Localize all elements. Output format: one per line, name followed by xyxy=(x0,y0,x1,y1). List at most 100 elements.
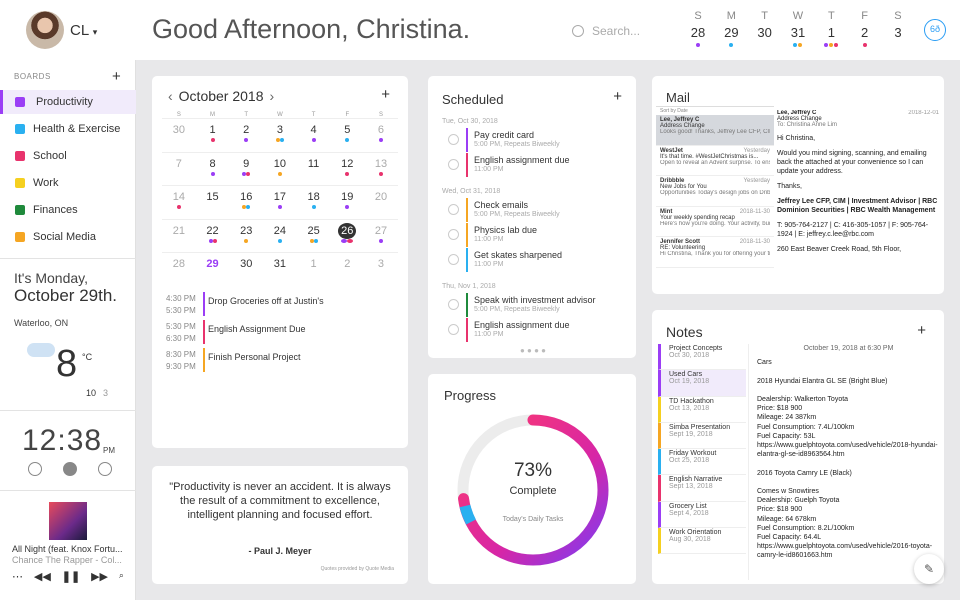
add-board-button[interactable]: + xyxy=(112,68,121,85)
task-item[interactable]: Physics lab due 11:00 PM xyxy=(442,223,634,247)
week-day[interactable]: S3 xyxy=(886,10,910,49)
stopwatch-icon[interactable] xyxy=(63,462,77,476)
week-day[interactable]: F2 xyxy=(853,10,877,49)
calendar-day[interactable]: 18 xyxy=(297,186,331,219)
calendar-day[interactable]: 31 xyxy=(263,253,297,286)
task-item[interactable]: Pay credit card 5:00 PM, Repeats Biweekly xyxy=(442,128,634,152)
mail-item[interactable]: Dribbble Yesterday New Jobs for You Opportu… xyxy=(656,176,774,207)
mail-item[interactable]: Lee, Jeffrey C Address Change Looks good! … xyxy=(656,115,774,146)
sidebar-item-productivity[interactable]: Productivity xyxy=(0,90,136,114)
calendar-day[interactable]: 30 xyxy=(229,253,263,286)
sidebar-item-health-exercise[interactable]: Health & Exercise xyxy=(0,117,136,141)
calendar-event[interactable]: 8:30 PM 9:30 PM Finish Personal Project xyxy=(166,348,394,372)
task-item[interactable]: Speak with investment advisor 5:00 PM, Re… xyxy=(442,293,634,317)
page-dots[interactable]: ● ● ● ● xyxy=(428,346,638,355)
calendar-day[interactable]: 13 xyxy=(364,153,398,186)
calendar-day[interactable]: 2 xyxy=(229,119,263,152)
calendar-event[interactable]: 4:30 PM 5:30 PM Drop Groceries off at Just… xyxy=(166,292,394,316)
user-menu[interactable]: CL ▾ xyxy=(70,22,97,39)
week-day[interactable]: T1 xyxy=(819,10,843,49)
calendar-day[interactable]: 19 xyxy=(330,186,364,219)
calendar-day[interactable]: 2 xyxy=(330,253,364,286)
avatar[interactable] xyxy=(26,11,64,49)
search-input[interactable]: Search... xyxy=(572,24,640,38)
search-icon[interactable]: ⌕ xyxy=(119,570,124,583)
calendar-day[interactable]: 23 xyxy=(229,220,263,253)
task-checkbox[interactable] xyxy=(448,324,459,335)
timer-icon[interactable] xyxy=(98,462,112,476)
calendar-day[interactable]: 25 xyxy=(297,220,331,253)
calendar-day[interactable]: 12 xyxy=(330,153,364,186)
calendar-day[interactable]: 24 xyxy=(263,220,297,253)
task-checkbox[interactable] xyxy=(448,159,459,170)
mail-item[interactable]: Mint 2018-11-30 Your weekly spending recap… xyxy=(656,207,774,237)
add-task-button[interactable]: + xyxy=(613,88,622,105)
calendar-day[interactable]: 22 xyxy=(196,220,230,253)
task-item[interactable]: Get skates sharpened 11:00 PM xyxy=(442,248,634,272)
week-day[interactable]: M 29 xyxy=(719,10,743,49)
calendar-day[interactable]: 5 xyxy=(330,119,364,152)
calendar-day[interactable]: 4 xyxy=(297,119,331,152)
mail-item[interactable]: WestJet Yesterday It's that time. #WestJet… xyxy=(656,146,774,176)
calendar-day[interactable]: 7 xyxy=(162,153,196,186)
infinity-logo-icon[interactable]: 6ð xyxy=(924,19,946,41)
note-list-item[interactable]: Grocery List Sept 4, 2018 xyxy=(658,501,746,529)
sidebar-item-finances[interactable]: Finances xyxy=(0,198,136,222)
week-day[interactable]: T 30 xyxy=(753,10,777,49)
next-month-button[interactable]: › xyxy=(270,88,275,104)
add-note-button[interactable]: + xyxy=(917,322,926,339)
task-item[interactable]: English assignment due 11:00 PM xyxy=(442,318,634,342)
calendar-day[interactable]: 3 xyxy=(364,253,398,286)
pencil-edit-button[interactable]: ✎ xyxy=(914,554,944,584)
calendar-day[interactable]: 15 xyxy=(196,186,230,219)
quote-source-link[interactable]: Quotes provided by Quote Media xyxy=(321,566,394,572)
calendar-day[interactable]: 10 xyxy=(263,153,297,186)
pause-icon[interactable]: ❚❚ xyxy=(62,570,80,583)
sidebar-item-school[interactable]: School xyxy=(0,144,136,168)
task-item[interactable]: English assignment due 11:00 PM xyxy=(442,153,634,177)
calendar-day[interactable]: 27 xyxy=(364,220,398,253)
note-list-item[interactable]: Work Orientation Aug 30, 2018 xyxy=(658,528,746,555)
calendar-day[interactable]: 20 xyxy=(364,186,398,219)
mail-item[interactable]: Jennifer Scott 2018-11-30 RE: Volunteering… xyxy=(656,237,774,268)
sidebar-item-social-media[interactable]: Social Media xyxy=(0,225,136,249)
task-checkbox[interactable] xyxy=(448,229,459,240)
note-list-item[interactable]: TD Hackathon Oct 13, 2018 xyxy=(658,396,746,423)
note-list-item[interactable]: Used Cars Oct 19, 2018 xyxy=(658,370,746,397)
calendar-event[interactable]: 5:30 PM 6:30 PM English Assignment Due xyxy=(166,320,394,344)
task-checkbox[interactable] xyxy=(448,254,459,265)
week-day[interactable]: S 28 xyxy=(686,10,710,49)
mail-sort[interactable]: Sort by Date xyxy=(656,107,774,115)
calendar-day[interactable]: 17 xyxy=(263,186,297,219)
calendar-day[interactable]: 14 xyxy=(162,186,196,219)
task-checkbox[interactable] xyxy=(448,204,459,215)
alarm-icon[interactable] xyxy=(28,462,42,476)
note-list-item[interactable]: English Narrative Sept 13, 2018 xyxy=(658,475,746,502)
task-checkbox[interactable] xyxy=(448,299,459,310)
task-item[interactable]: Check emails 5:00 PM, Repeats Biweekly xyxy=(442,198,634,222)
calendar-day[interactable]: 9 xyxy=(229,153,263,186)
calendar-day[interactable]: 8 xyxy=(196,153,230,186)
calendar-day[interactable]: 28 xyxy=(162,253,196,286)
calendar-day[interactable]: 6 xyxy=(364,119,398,152)
rewind-icon[interactable]: ◀◀ xyxy=(34,570,51,583)
more-icon[interactable]: ⋯ xyxy=(12,570,23,583)
sidebar-item-work[interactable]: Work xyxy=(0,171,136,195)
calendar-day[interactable]: 11 xyxy=(297,153,331,186)
add-event-button[interactable]: + xyxy=(381,86,390,103)
calendar-day[interactable]: 3 xyxy=(263,119,297,152)
note-list-item[interactable]: Project Concepts Oct 30, 2018 xyxy=(658,344,746,371)
calendar-day[interactable]: 30 xyxy=(162,119,196,152)
note-list-item[interactable]: Simba Presentation Sept 19, 2018 xyxy=(658,422,746,450)
calendar-day[interactable]: 21 xyxy=(162,220,196,253)
calendar-day[interactable]: 29 xyxy=(196,253,230,286)
fast-forward-icon[interactable]: ▶▶ xyxy=(91,570,108,583)
prev-month-button[interactable]: ‹ xyxy=(168,88,173,104)
calendar-day[interactable]: 1 xyxy=(297,253,331,286)
calendar-day[interactable]: 1 xyxy=(196,119,230,152)
week-day[interactable]: W 31 xyxy=(786,10,810,49)
calendar-day[interactable]: 26 xyxy=(330,220,364,253)
calendar-day[interactable]: 16 xyxy=(229,186,263,219)
note-list-item[interactable]: Friday Workout Oct 25, 2018 xyxy=(658,449,746,476)
task-checkbox[interactable] xyxy=(448,134,459,145)
